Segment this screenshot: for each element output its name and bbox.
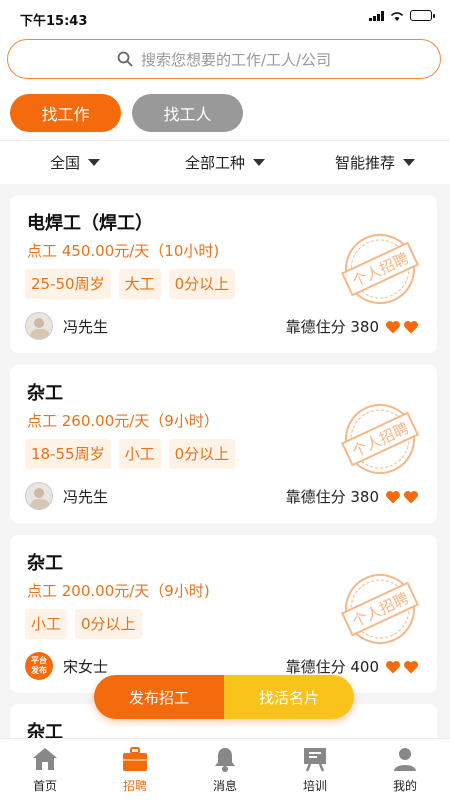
credit-score: 靠德住分 400 (286, 656, 419, 677)
search-bar[interactable]: 搜索您想要的工作/工人/公司 (7, 39, 441, 79)
filter-region-label: 全国 (49, 154, 80, 172)
bell-icon (215, 748, 235, 772)
job-card[interactable]: 电焊工（焊工） 点工 450.00元/天（10小时) 25-50周岁 大工 0分… (10, 195, 437, 353)
credit-score: 靠德住分 380 (286, 486, 419, 507)
hearts (385, 320, 419, 334)
job-tag: 大工 (118, 269, 161, 299)
job-tags: 小工 0分以上 (25, 609, 142, 639)
job-wage: 点工 200.00元/天（9小时) (27, 582, 210, 600)
hearts (385, 660, 419, 674)
poster-name: 宋女士 (63, 657, 109, 676)
heart-icon (386, 320, 400, 333)
signal-icon (369, 10, 384, 21)
hearts (385, 490, 419, 504)
platform-badge: 平台 发布 (25, 652, 53, 680)
avatar (25, 482, 53, 510)
tab-recruit[interactable]: 招聘 (90, 739, 180, 800)
job-title: 杂工 (27, 553, 63, 574)
job-card[interactable]: 杂工 点工 260.00元/天（9小时） 18-55周岁 小工 0分以上 冯先生… (10, 365, 437, 523)
heart-icon (404, 490, 418, 503)
job-tag: 小工 (118, 439, 161, 469)
poster: 冯先生 (25, 482, 108, 510)
job-tag: 0分以上 (168, 269, 236, 299)
job-wage: 点工 260.00元/天（9小时） (27, 412, 219, 430)
filter-sort-label: 智能推荐 (334, 154, 395, 172)
wifi-icon (390, 11, 404, 21)
training-icon (304, 748, 326, 772)
job-tag: 25-50周岁 (25, 269, 111, 299)
status-icons (369, 10, 435, 21)
job-card[interactable]: 杂工 点工 200.00元/天（9小时) 小工 0分以上 平台 发布 宋女士 靠德… (10, 535, 437, 693)
tab-profile[interactable]: 我的 (360, 739, 450, 800)
tab-label: 我的 (392, 779, 417, 793)
heart-icon (404, 320, 418, 333)
job-tag: 0分以上 (75, 609, 142, 639)
bottom-tabbar: 首页 招聘 消息 培训 我的 (0, 738, 450, 800)
search-placeholder: 搜索您想要的工作/工人/公司 (140, 50, 332, 69)
avatar (25, 312, 53, 340)
poster: 平台 发布 宋女士 (25, 652, 108, 680)
job-tags: 25-50周岁 大工 0分以上 (25, 269, 236, 299)
tab-label: 招聘 (122, 779, 147, 793)
tab-find-job[interactable]: 找工作 (10, 94, 121, 132)
heart-icon (404, 660, 418, 673)
poster-name: 冯先生 (63, 317, 109, 336)
briefcase-icon (123, 747, 147, 771)
tab-home[interactable]: 首页 (0, 739, 90, 800)
job-title: 杂工 (27, 383, 63, 404)
job-title: 杂工 (27, 722, 63, 738)
heart-icon (386, 490, 400, 503)
post-job-button[interactable]: 发布招工 (94, 675, 224, 719)
job-list: 电焊工（焊工） 点工 450.00元/天（10小时) 25-50周岁 大工 0分… (0, 184, 450, 738)
job-wage: 点工 450.00元/天（10小时) (27, 242, 220, 260)
tab-messages[interactable]: 消息 (180, 739, 270, 800)
tab-label: 培训 (302, 779, 327, 793)
recruit-stamp-icon: 个人招聘 (340, 574, 420, 644)
poster: 冯先生 (25, 312, 108, 340)
status-bar: 下午15:43 (0, 0, 450, 34)
caret-down-icon (88, 159, 100, 166)
search-icon (117, 51, 133, 67)
header: 搜索您想要的工作/工人/公司 找工作 找工人 (0, 34, 450, 140)
tab-label: 消息 (212, 779, 237, 793)
job-tag: 18-55周岁 (25, 439, 111, 469)
recruit-stamp-icon: 个人招聘 (340, 404, 420, 474)
filter-job-type-label: 全部工种 (184, 154, 245, 172)
tab-training[interactable]: 培训 (270, 739, 360, 800)
credit-score-label: 靠德住分 400 (285, 658, 379, 676)
status-time: 下午15:43 (20, 14, 88, 29)
user-icon (394, 748, 416, 771)
recruit-stamp-icon: 个人招聘 (340, 234, 420, 304)
job-title: 电焊工（焊工） (27, 213, 153, 234)
battery-icon (410, 10, 435, 21)
heart-icon (386, 660, 400, 673)
filter-sort[interactable]: 智能推荐 (300, 141, 450, 184)
credit-score: 靠德住分 380 (286, 316, 419, 337)
job-tags: 18-55周岁 小工 0分以上 (25, 439, 236, 469)
credit-score-label: 靠德住分 380 (285, 318, 379, 336)
tab-find-worker[interactable]: 找工人 (132, 94, 243, 132)
job-seeker-card-button[interactable]: 找活名片 (224, 675, 354, 719)
filter-bar: 全国 全部工种 智能推荐 (0, 140, 450, 184)
job-tag: 0分以上 (168, 439, 236, 469)
home-icon (33, 748, 57, 770)
tab-label: 首页 (32, 779, 57, 793)
caret-down-icon (253, 159, 265, 166)
filter-job-type[interactable]: 全部工种 (150, 141, 300, 184)
job-tag: 小工 (25, 609, 68, 639)
credit-score-label: 靠德住分 380 (285, 488, 379, 506)
poster-name: 冯先生 (63, 487, 109, 506)
filter-region[interactable]: 全国 (0, 141, 150, 184)
floating-actions: 发布招工 找活名片 (94, 675, 354, 719)
caret-down-icon (403, 159, 415, 166)
